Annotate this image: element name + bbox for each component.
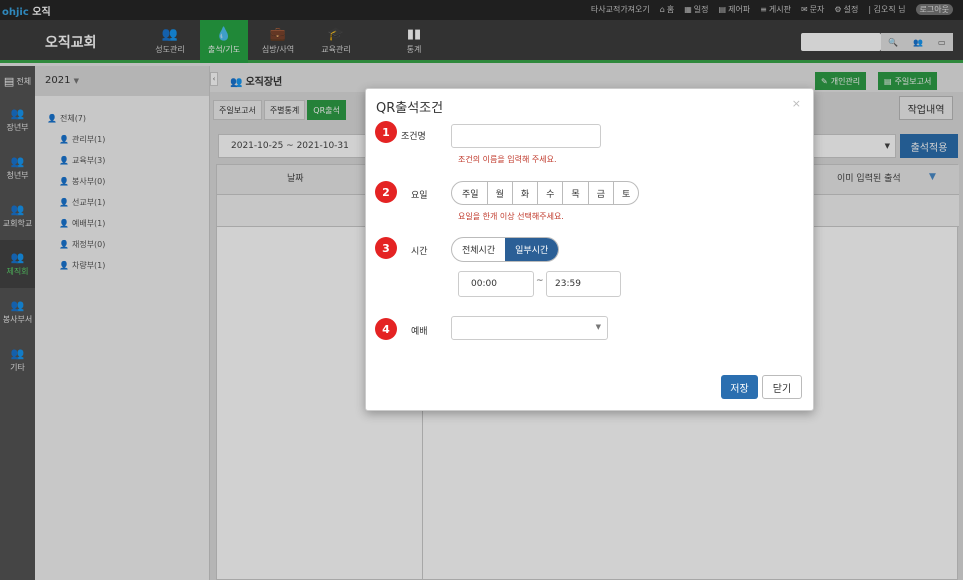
day-label: 요일 [411, 191, 428, 201]
day-option-thu[interactable]: 목 [563, 182, 589, 204]
time-range-separator: ~ [536, 276, 544, 286]
worship-label: 예배 [411, 327, 428, 337]
step-badge-3: 3 [375, 237, 397, 259]
condition-name-input[interactable] [451, 124, 601, 148]
day-option-tue[interactable]: 화 [513, 182, 539, 204]
close-icon[interactable]: × [792, 97, 801, 110]
day-option-mon[interactable]: 월 [488, 182, 513, 204]
save-button[interactable]: 저장 [721, 375, 758, 399]
modal-title: QR출석조건 [376, 101, 444, 116]
chevron-down-icon: ▼ [595, 323, 601, 331]
condition-name-error: 조건의 이름을 입력해 주세요. [458, 155, 557, 164]
time-mode-toggle: 전체시간 일부시간 [451, 237, 560, 262]
day-option-wed[interactable]: 수 [538, 182, 564, 204]
day-selector: 주일 월 화 수 목 금 토 [451, 181, 640, 205]
time-option-all[interactable]: 전체시간 [452, 238, 505, 261]
condition-name-label: 조건명 [401, 132, 426, 142]
time-end-input[interactable]: 23:59 [546, 271, 621, 297]
time-option-partial[interactable]: 일부시간 [505, 238, 559, 261]
step-badge-4: 4 [375, 318, 397, 340]
day-option-sun[interactable]: 주일 [452, 182, 488, 204]
time-label: 시간 [411, 247, 428, 257]
qr-condition-modal: QR출석조건 × 1 조건명 조건의 이름을 입력해 주세요. 2 요일 주일 … [365, 88, 814, 411]
step-badge-2: 2 [375, 181, 397, 203]
day-option-sat[interactable]: 토 [614, 182, 638, 204]
time-start-input[interactable]: 00:00 [458, 271, 534, 297]
worship-select[interactable]: ▼ [451, 316, 608, 340]
step-badge-1: 1 [375, 121, 397, 143]
cancel-button[interactable]: 닫기 [762, 375, 802, 399]
day-option-fri[interactable]: 금 [589, 182, 614, 204]
day-error: 요일을 한개 이상 선택해주세요. [458, 212, 564, 221]
